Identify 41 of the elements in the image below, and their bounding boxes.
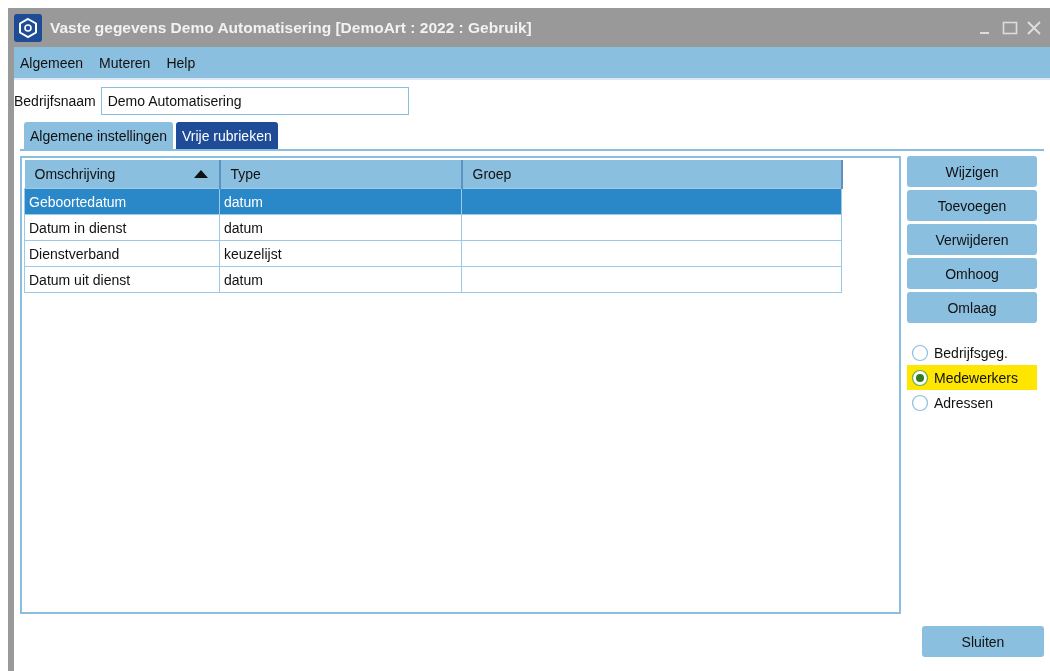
maximize-icon[interactable]: [1002, 19, 1018, 36]
table-cell[interactable]: Datum in dienst: [24, 214, 220, 241]
menu-item[interactable]: Help: [166, 54, 204, 71]
app-logo-icon: [14, 13, 42, 42]
column-header[interactable]: Type: [219, 160, 462, 189]
table-cell[interactable]: Dienstverband: [24, 240, 220, 267]
action-button[interactable]: Verwijderen: [907, 224, 1037, 255]
table-cell[interactable]: [461, 188, 842, 215]
tab[interactable]: Algemene instellingen: [24, 122, 173, 149]
table-cell[interactable]: Datum uit dienst: [24, 266, 220, 293]
table-cell[interactable]: [461, 214, 842, 241]
table-cell[interactable]: keuzelijst: [219, 240, 462, 267]
table-cell[interactable]: datum: [219, 188, 462, 215]
radio-option[interactable]: Bedrijfsgeg.: [907, 340, 1037, 365]
field-label: Bedrijfsnaam: [14, 93, 96, 109]
action-button[interactable]: Toevoegen: [907, 190, 1037, 221]
radio-option[interactable]: Medewerkers: [907, 365, 1037, 390]
radio-label[interactable]: Bedrijfsgeg.: [934, 344, 1008, 361]
menu-item[interactable]: Muteren: [99, 54, 159, 71]
close-button[interactable]: Sluiten: [922, 626, 1044, 657]
action-button[interactable]: Omhoog: [907, 258, 1037, 289]
action-button[interactable]: Omlaag: [907, 292, 1037, 323]
table-cell[interactable]: [461, 240, 842, 267]
radio-circle-icon[interactable]: [911, 368, 929, 387]
action-button[interactable]: Wijzigen: [907, 156, 1037, 187]
radio-option[interactable]: Adressen: [907, 390, 1037, 415]
column-header[interactable]: Omschrijving: [24, 160, 220, 189]
menu-item[interactable]: Algemeen: [20, 54, 92, 71]
table-cell[interactable]: Geboortedatum: [24, 188, 220, 215]
table-cell[interactable]: datum: [219, 266, 462, 293]
tab[interactable]: Vrije rubrieken: [176, 122, 278, 149]
table-cell[interactable]: datum: [219, 214, 462, 241]
radio-circle-icon[interactable]: [911, 393, 929, 412]
close-icon[interactable]: [1026, 19, 1042, 36]
table-cell[interactable]: [461, 266, 842, 293]
radio-circle-icon[interactable]: [911, 343, 929, 362]
company-name-field[interactable]: Demo Automatisering: [100, 87, 409, 115]
radio-label[interactable]: Medewerkers: [934, 369, 1019, 386]
radio-label[interactable]: Adressen: [934, 394, 994, 411]
column-header[interactable]: Groep: [461, 160, 842, 189]
window-title: Vaste gegevens Demo Automatisering [DemoArt : 2022 : Gebruik]: [50, 18, 533, 37]
